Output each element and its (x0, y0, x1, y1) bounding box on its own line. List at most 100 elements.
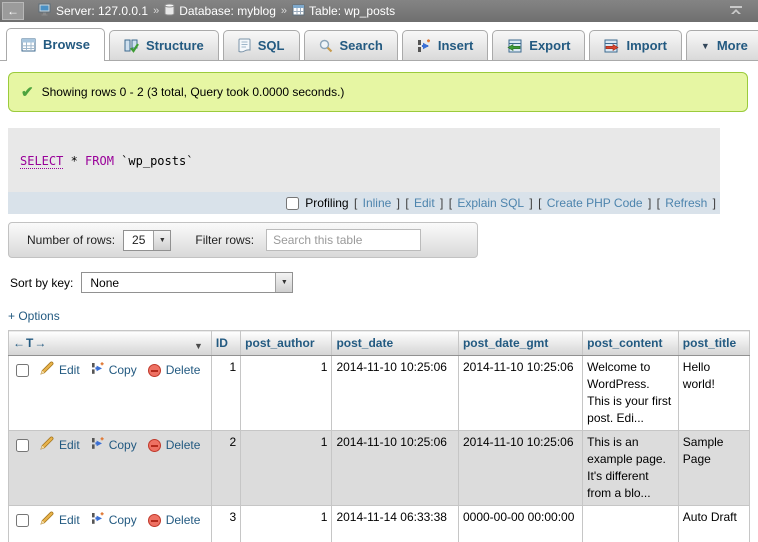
delete-link[interactable]: Delete (166, 362, 201, 379)
cell-post-content: This is an example page. It's different … (583, 431, 679, 506)
edit-link[interactable]: Edit (59, 437, 80, 454)
cell-post-title: Sample Page (678, 431, 749, 506)
profiling-checkbox[interactable] (286, 197, 299, 210)
cell-post-date-gmt: 2014-11-10 10:25:06 (458, 431, 582, 506)
row-checkbox[interactable] (16, 439, 29, 452)
copy-icon (91, 512, 104, 530)
cell-id: 3 (211, 506, 240, 542)
table-row: Edit Copy Delete 2 1 2014-11-10 10:25:06… (9, 431, 750, 506)
cell-post-author: 1 (241, 431, 332, 506)
cell-id: 1 (211, 356, 240, 431)
breadcrumb-separator: » (153, 5, 159, 17)
browse-icon (21, 38, 36, 52)
row-actions: Edit Copy Delete (13, 359, 207, 380)
export-icon (507, 39, 522, 53)
edit-link[interactable]: Edit (59, 362, 80, 379)
main-content: ✔ Showing rows 0 - 2 (3 total, Query too… (0, 72, 758, 542)
select-dropdown-icon: ▼ (153, 231, 170, 250)
create-php-code-link[interactable]: Create PHP Code (547, 196, 643, 210)
tab-browse-label: Browse (43, 37, 90, 52)
bracket: ] (709, 196, 716, 210)
column-header-post-date-gmt[interactable]: post_date_gmt (458, 331, 582, 356)
delete-link[interactable]: Delete (166, 437, 201, 454)
options-toggle-link[interactable]: + Options (8, 309, 60, 323)
copy-link[interactable]: Copy (109, 362, 137, 379)
sort-by-key-row: Sort by key: None ▼ (8, 272, 750, 293)
copy-icon (91, 437, 104, 455)
cell-post-date-gmt: 2014-11-10 10:25:06 (458, 356, 582, 431)
tab-import[interactable]: Import (589, 30, 681, 60)
structure-icon (124, 39, 139, 53)
cell-post-date-gmt: 0000-00-00 00:00:00 (458, 506, 582, 542)
sql-star: * (63, 154, 85, 168)
sort-by-key-value: None (82, 276, 127, 290)
row-actions: Edit Copy Delete (13, 509, 207, 530)
row-checkbox[interactable] (16, 364, 29, 377)
column-order-arrows[interactable]: ←T→ (13, 336, 47, 350)
column-header-post-date[interactable]: post_date (332, 331, 459, 356)
breadcrumb-table[interactable]: Table: wp_posts (292, 4, 395, 19)
profiling-label: Profiling (305, 196, 348, 210)
column-header-post-content[interactable]: post_content (583, 331, 679, 356)
filter-rows-input[interactable] (266, 229, 421, 251)
copy-link[interactable]: Copy (109, 437, 137, 454)
column-header-post-title[interactable]: post_title (678, 331, 749, 356)
cell-post-title: Hello world! (678, 356, 749, 431)
table-row: Edit Copy Delete 3 1 2014-11-14 06:33:38… (9, 506, 750, 542)
sql-identifier: `wp_posts` (114, 154, 193, 168)
delete-link[interactable]: Delete (166, 512, 201, 529)
tab-search-label: Search (340, 38, 383, 53)
column-order-header: ←T→ ▼ (9, 331, 212, 356)
number-of-rows-value: 25 (124, 233, 153, 247)
refresh-link[interactable]: Refresh (665, 196, 707, 210)
sql-keyword-select: SELECT (20, 154, 63, 169)
tab-bar: Browse Structure SQL Search Insert Expor… (0, 22, 758, 61)
sort-dropdown-icon[interactable]: ▼ (194, 338, 203, 355)
query-status-text: Showing rows 0 - 2 (3 total, Query took … (42, 85, 345, 99)
back-button[interactable]: ← (2, 2, 24, 20)
row-checkbox[interactable] (16, 514, 29, 527)
breadcrumb-separator: » (281, 5, 287, 17)
select-dropdown-icon: ▼ (275, 273, 292, 292)
column-header-post-author[interactable]: post_author (241, 331, 332, 356)
cell-post-date: 2014-11-14 06:33:38 (332, 506, 459, 542)
edit-link[interactable]: Edit (414, 196, 435, 210)
bracket: ] (526, 196, 533, 210)
tab-browse[interactable]: Browse (6, 28, 105, 60)
tab-more-label: More (717, 38, 748, 53)
breadcrumb-database[interactable]: Database: myblog (164, 3, 276, 19)
copy-link[interactable]: Copy (109, 512, 137, 529)
cell-post-author: 1 (241, 356, 332, 431)
breadcrumb-database-label: Database: myblog (179, 4, 276, 18)
tab-search[interactable]: Search (304, 30, 398, 60)
cell-post-author: 1 (241, 506, 332, 542)
table-icon (292, 4, 305, 19)
sort-by-key-select[interactable]: None ▼ (81, 272, 293, 293)
bracket: ] (645, 196, 652, 210)
number-of-rows-select[interactable]: 25 ▼ (123, 230, 171, 251)
column-header-id[interactable]: ID (211, 331, 240, 356)
tab-insert[interactable]: Insert (402, 30, 488, 60)
tab-structure[interactable]: Structure (109, 30, 219, 60)
filter-rows-label: Filter rows: (195, 233, 254, 247)
collapse-icon[interactable] (728, 3, 744, 20)
number-of-rows-label: Number of rows: (27, 233, 115, 247)
breadcrumb-table-label: Table: wp_posts (309, 4, 395, 18)
cell-post-title: Auto Draft (678, 506, 749, 542)
more-dropdown-icon: ▼ (701, 41, 710, 51)
tab-sql[interactable]: SQL (223, 30, 300, 60)
tab-more[interactable]: ▼ More (686, 30, 758, 60)
breadcrumb-server[interactable]: Server: 127.0.0.1 (38, 3, 148, 19)
tab-export[interactable]: Export (492, 30, 585, 60)
inline-link[interactable]: Inline (363, 196, 392, 210)
sort-by-key-label: Sort by key: (10, 276, 73, 290)
copy-icon (91, 362, 104, 380)
explain-sql-link[interactable]: Explain SQL (457, 196, 524, 210)
table-row: Edit Copy Delete 1 1 2014-11-10 10:25:06… (9, 356, 750, 431)
sql-icon (238, 38, 251, 53)
database-icon (164, 3, 175, 19)
results-table: ←T→ ▼ ID post_author post_date post_date… (8, 330, 750, 542)
delete-icon (148, 439, 161, 452)
edit-link[interactable]: Edit (59, 512, 80, 529)
bracket: [ (402, 196, 412, 210)
